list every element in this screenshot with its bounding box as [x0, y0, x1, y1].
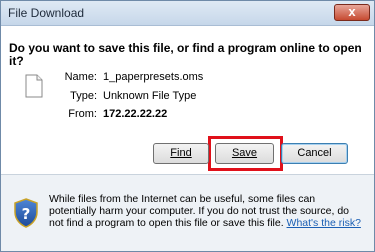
cancel-button[interactable]: Cancel — [281, 143, 348, 164]
file-name-row: Name: 1_paperpresets.oms — [37, 71, 337, 85]
file-type-row: Type: Unknown File Type — [37, 90, 337, 104]
warning-footer: ? While files from the Internet can be u… — [1, 175, 374, 251]
save-button[interactable]: Save — [215, 143, 274, 164]
name-value: 1_paperpresets.oms — [103, 71, 204, 83]
type-value: Unknown File Type — [103, 90, 197, 102]
save-button-label: Save — [231, 147, 258, 159]
warning-text: While files from the Internet can be use… — [49, 193, 365, 229]
whats-the-risk-link[interactable]: What's the risk? — [287, 217, 361, 229]
shield-icon: ? — [14, 198, 38, 228]
cancel-button-label: Cancel — [297, 147, 332, 159]
dialog-question: Do you want to save this file, or find a… — [9, 41, 362, 68]
title-bar: File Download x — [1, 1, 374, 26]
dialog-content: Do you want to save this file, or find a… — [1, 26, 374, 174]
find-button-label: Find — [170, 147, 192, 159]
name-label: Name: — [64, 71, 97, 83]
from-value: 172.22.22.22 — [103, 108, 168, 120]
close-icon: x — [348, 4, 356, 19]
close-button[interactable]: x — [334, 4, 370, 21]
svg-text:?: ? — [22, 205, 31, 223]
file-from-row: From: 172.22.22.22 — [37, 108, 337, 122]
from-label: From: — [68, 108, 97, 120]
find-button[interactable]: Find — [153, 143, 209, 164]
type-label: Type: — [70, 90, 97, 102]
file-download-dialog: File Download x Do you want to save this… — [0, 0, 375, 252]
window-title: File Download — [8, 6, 85, 20]
